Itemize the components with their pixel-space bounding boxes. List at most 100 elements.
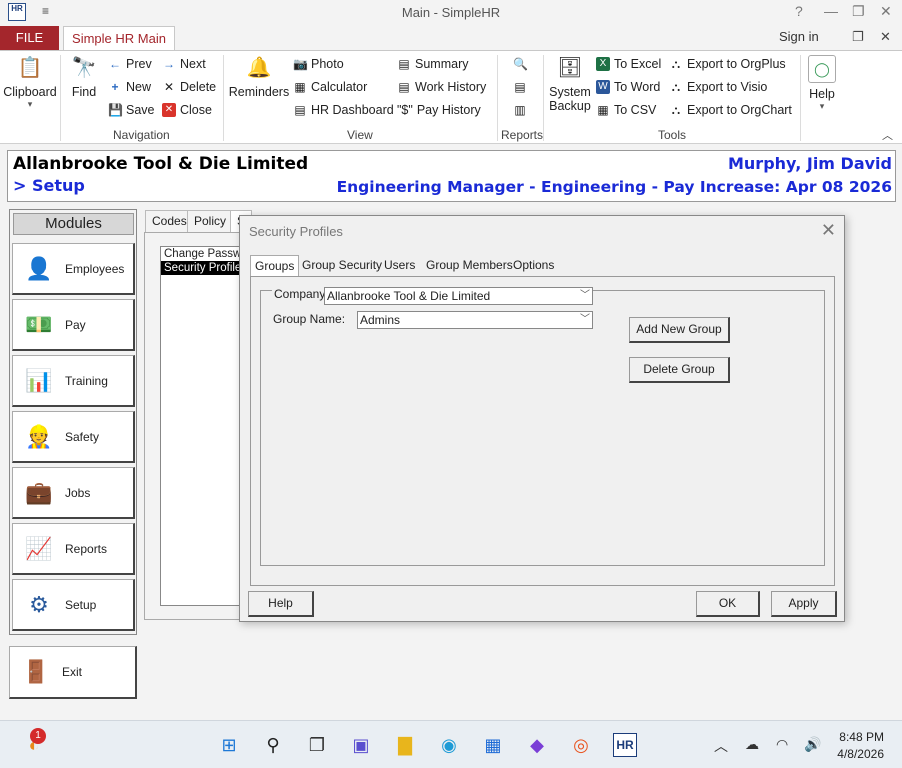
tab-group-security[interactable]: Group Security xyxy=(298,255,386,276)
visual-studio-icon[interactable]: ◆ xyxy=(525,733,549,757)
task-view-icon[interactable]: ❐ xyxy=(305,733,329,757)
tab-users[interactable]: Users xyxy=(380,255,419,276)
help-label: Help xyxy=(809,87,835,101)
tab-options[interactable]: Options xyxy=(509,255,558,276)
report-list-button[interactable]: ▤ xyxy=(513,80,527,94)
breadcrumb: > Setup xyxy=(13,176,85,195)
hr-dashboard-button[interactable]: ▤ HR Dashboard xyxy=(293,103,393,117)
wifi-icon[interactable]: ◠ xyxy=(776,736,788,753)
collapse-ribbon-icon[interactable]: ︿ xyxy=(882,127,893,143)
ribbon-restore-icon[interactable]: ❐ xyxy=(852,29,864,45)
next-button[interactable]: → Next xyxy=(162,57,206,71)
module-employees-button[interactable]: 👤 Employees xyxy=(12,243,135,295)
dashboard-icon: ▤ xyxy=(294,103,306,117)
apply-button[interactable]: Apply xyxy=(771,591,837,617)
work-history-button[interactable]: ▤ Work History xyxy=(397,80,486,94)
file-explorer-icon[interactable]: ▇ xyxy=(393,733,417,757)
tab-policy[interactable]: Policy xyxy=(187,210,234,232)
export-visio-button[interactable]: ⛬ Export to Visio xyxy=(669,80,768,94)
export-orgchart-label: Export to OrgChart xyxy=(687,103,792,117)
tab-groups[interactable]: Groups xyxy=(250,255,300,277)
tab-simple-hr-main[interactable]: Simple HR Main xyxy=(63,26,175,51)
find-button[interactable]: 🔭 Find xyxy=(66,55,102,99)
report-search-button[interactable]: 🔍 xyxy=(513,57,528,71)
module-reports-button[interactable]: 📈 Reports xyxy=(12,523,135,575)
restore-icon[interactable]: ❐ xyxy=(852,3,865,20)
photo-button[interactable]: 📷 Photo xyxy=(293,57,344,71)
exit-button[interactable]: 🚪 Exit xyxy=(9,646,137,699)
help-icon[interactable]: ? xyxy=(795,3,803,19)
minimize-icon[interactable]: — xyxy=(824,3,838,19)
csv-icon: ▦ xyxy=(597,103,609,117)
to-word-button[interactable]: W To Word xyxy=(596,80,660,94)
x-icon: ✕ xyxy=(163,80,175,94)
calculator-button[interactable]: ▦ Calculator xyxy=(293,80,367,94)
groups-panel: Company: Allanbrooke Tool & Die Limited … xyxy=(250,276,835,586)
tab-group-members[interactable]: Group Members xyxy=(422,255,517,276)
pay-history-button[interactable]: "$" Pay History xyxy=(397,103,481,117)
new-button[interactable]: + New xyxy=(108,80,151,94)
list-item-security-profiles[interactable]: Security Profiles xyxy=(161,261,243,275)
module-safety-button[interactable]: 👷 Safety xyxy=(12,411,135,463)
module-setup-button[interactable]: ⚙ Setup xyxy=(12,579,135,631)
ok-button[interactable]: OK xyxy=(696,591,760,617)
prev-button[interactable]: ← Prev xyxy=(108,57,152,71)
reminders-label: Reminders xyxy=(228,85,290,99)
ubuntu-icon[interactable]: ◎ xyxy=(569,733,593,757)
dialog-close-icon[interactable]: ✕ xyxy=(821,220,836,241)
sign-in-link[interactable]: Sign in xyxy=(779,29,819,44)
plus-icon: + xyxy=(111,80,119,94)
clock-time[interactable]: 8:48 PM xyxy=(832,730,884,744)
tab-file[interactable]: FILE xyxy=(0,26,59,50)
report-document-icon: ▤ xyxy=(514,80,526,94)
simplehr-taskbar-icon[interactable]: HR xyxy=(613,733,637,757)
help-button[interactable]: Help xyxy=(248,591,314,617)
teams-meet-icon[interactable]: ▣ xyxy=(349,733,373,757)
ribbon-separator xyxy=(497,55,498,141)
system-backup-button[interactable]: 🗄 System Backup xyxy=(547,55,593,113)
store-icon[interactable]: ▦ xyxy=(481,733,505,757)
list-item-change-password[interactable]: Change Password xyxy=(161,247,243,261)
search-icon[interactable]: ⚲ xyxy=(261,733,285,757)
ribbon-close-icon[interactable]: ✕ xyxy=(880,29,891,45)
report-print-button[interactable]: ▥ xyxy=(513,103,527,117)
reminders-button[interactable]: 🔔 Reminders xyxy=(228,55,290,99)
clock-date[interactable]: 4/8/2026 xyxy=(832,747,884,761)
module-pay-label: Pay xyxy=(65,317,86,332)
export-orgplus-label: Export to OrgPlus xyxy=(687,57,786,71)
to-excel-label: To Excel xyxy=(614,57,662,71)
module-pay-button[interactable]: 💵 Pay xyxy=(12,299,135,351)
database-backup-icon: 🗄 xyxy=(557,57,583,79)
delete-group-button[interactable]: Delete Group xyxy=(629,357,730,383)
export-orgchart-button[interactable]: ⛬ Export to OrgChart xyxy=(669,103,792,117)
floppy-disk-icon: 💾 xyxy=(108,103,123,117)
volume-icon[interactable]: 🔊 xyxy=(804,736,821,753)
save-button[interactable]: 💾 Save xyxy=(108,103,155,117)
help-button[interactable]: ◯ Help ▾ xyxy=(805,55,839,112)
summary-button[interactable]: ▤ Summary xyxy=(397,57,468,71)
clipboard-button[interactable]: 📋 Clipboard ▾ xyxy=(3,55,57,110)
add-new-group-button[interactable]: Add New Group xyxy=(629,317,730,343)
taskbar: ◐ 1 ⊞ ⚲ ❐ ▣ ▇ ◉ ▦ ◆ ◎ HR ︿ ☁ ◠ 🔊 8:48 PM… xyxy=(0,720,902,768)
clipboard-label: Clipboard xyxy=(3,85,57,99)
edge-browser-icon[interactable]: ◉ xyxy=(437,733,461,757)
delete-button[interactable]: ✕ Delete xyxy=(162,80,216,94)
pay-money-icon: 💵 xyxy=(25,311,53,337)
chevron-down-icon: ﹀ xyxy=(580,290,590,301)
windows-start-icon[interactable]: ⊞ xyxy=(217,733,241,757)
record-header: Allanbrooke Tool & Die Limited > Setup M… xyxy=(7,150,896,202)
module-jobs-button[interactable]: 💼 Jobs xyxy=(12,467,135,519)
bell-icon: 🔔 xyxy=(246,57,272,79)
group-name-select[interactable]: Admins ﹀ xyxy=(357,311,593,329)
to-csv-button[interactable]: ▦ To CSV xyxy=(596,103,656,117)
close-icon[interactable]: ✕ xyxy=(880,3,892,20)
tray-chevron-up-icon[interactable]: ︿ xyxy=(714,736,728,756)
export-orgplus-button[interactable]: ⛬ Export to OrgPlus xyxy=(669,57,786,71)
to-excel-button[interactable]: X To Excel xyxy=(596,57,661,71)
close-button[interactable]: ✕ Close xyxy=(162,103,212,117)
network-off-icon[interactable]: ☁ xyxy=(745,736,759,753)
module-training-button[interactable]: 📊 Training xyxy=(12,355,135,407)
excel-icon: X xyxy=(596,57,610,71)
company-select[interactable]: Allanbrooke Tool & Die Limited ﹀ xyxy=(324,287,593,305)
view-group-label: View xyxy=(347,128,373,142)
